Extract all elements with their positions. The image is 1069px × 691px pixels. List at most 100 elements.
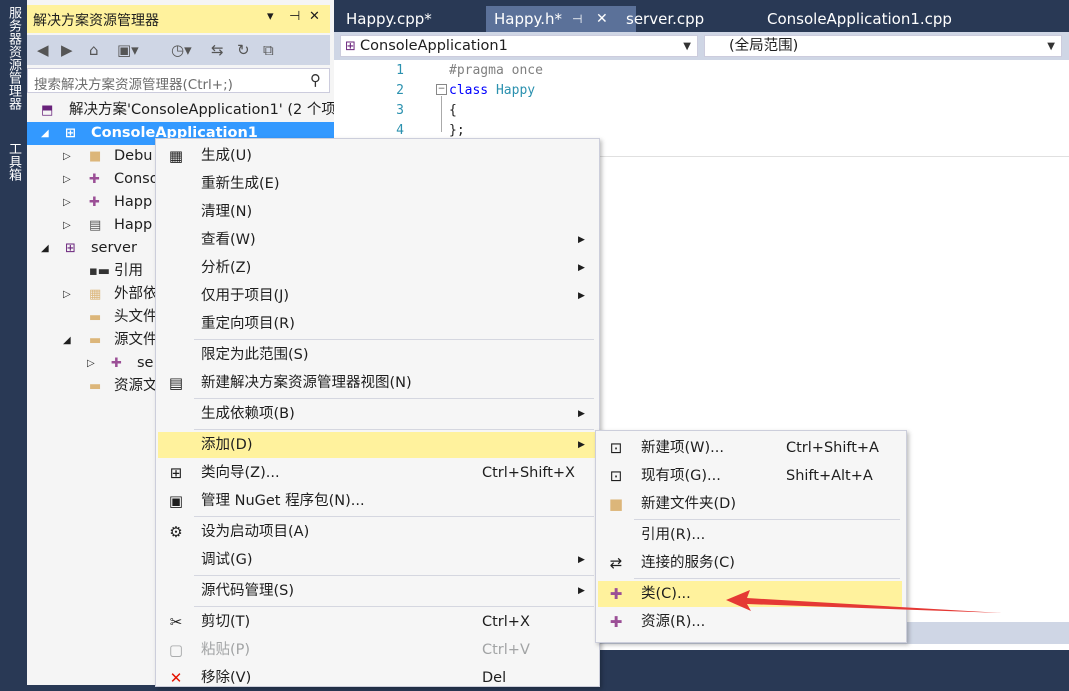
header-file-icon: ▤ bbox=[89, 218, 102, 233]
cut-icon: ✂ bbox=[169, 613, 183, 631]
collapsed-arrow-icon[interactable]: ▷ bbox=[63, 168, 71, 191]
menu-item-set-startup[interactable]: ⚙ 设为启动项目(A) bbox=[158, 519, 595, 545]
switch-views-icon[interactable]: ▣▾ bbox=[117, 41, 139, 59]
refresh-icon[interactable]: ↻ bbox=[237, 41, 250, 59]
collapsed-arrow-icon[interactable]: ▷ bbox=[87, 352, 95, 375]
toolbox-tab[interactable]: 工具箱 bbox=[2, 142, 24, 181]
menu-item-cut[interactable]: ✂ 剪切(T) Ctrl+X bbox=[158, 609, 595, 635]
chevron-down-icon[interactable]: ▼ bbox=[683, 36, 691, 57]
menu-item-new-explorer-view[interactable]: ▤ 新建解决方案资源管理器视图(N) bbox=[158, 370, 595, 396]
collapsed-arrow-icon[interactable]: ▷ bbox=[63, 283, 71, 306]
forward-icon[interactable]: ▶ bbox=[61, 41, 73, 59]
pending-changes-icon[interactable]: ◷▾ bbox=[171, 41, 192, 59]
solution-search-box[interactable]: 搜索解决方案资源管理器(Ctrl+;) ⚲ bbox=[27, 68, 330, 93]
references-icon: ▪▬ bbox=[89, 264, 111, 279]
connected-service-icon: ⇄ bbox=[609, 554, 623, 572]
project-context-menu: ▦ 生成(U) 重新生成(E) 清理(N) 查看(W) ▶ 分析(Z) ▶ 仅用… bbox=[155, 138, 600, 687]
project-scope-select[interactable]: ⊞ ConsoleApplication1 ▼ bbox=[340, 35, 698, 57]
menu-item-nuget[interactable]: ▣ 管理 NuGet 程序包(N)... bbox=[158, 488, 595, 514]
expanded-arrow-icon[interactable]: ◢ bbox=[63, 329, 71, 352]
menu-item-debug[interactable]: 调试(G) ▶ bbox=[158, 547, 595, 573]
server-explorer-tab[interactable]: 服务器资源管理器 bbox=[2, 6, 24, 110]
global-scope-select[interactable]: (全局范围) ▼ bbox=[704, 35, 1062, 57]
menu-item-remove[interactable]: ✕ 移除(V) Del bbox=[158, 665, 595, 691]
cpp-file-icon: ✚ bbox=[89, 195, 100, 210]
menu-separator bbox=[194, 398, 594, 399]
cpp-file-icon: ✚ bbox=[89, 172, 100, 187]
cpp-file-icon: ✚ bbox=[111, 356, 122, 371]
menu-item-scope-to-this[interactable]: 限定为此范围(S) bbox=[158, 342, 595, 368]
menu-item-new-item[interactable]: ⊡ 新建项(W)... Ctrl+Shift+A bbox=[598, 435, 902, 461]
tab-server-cpp[interactable]: server.cpp bbox=[618, 6, 712, 32]
pin-icon[interactable]: ⊣ bbox=[289, 9, 300, 24]
menu-separator bbox=[194, 429, 594, 430]
menu-item-project-only[interactable]: 仅用于项目(J) ▶ bbox=[158, 283, 595, 309]
project-icon: ⊞ bbox=[65, 241, 76, 256]
collapse-all-icon[interactable]: ⧉ bbox=[263, 41, 274, 59]
class-icon: ✚ bbox=[609, 585, 623, 603]
menu-item-build[interactable]: ▦ 生成(U) bbox=[158, 143, 595, 169]
menu-item-source-control[interactable]: 源代码管理(S) ▶ bbox=[158, 578, 595, 604]
tab-happy-h[interactable]: Happy.h* ⊣ ✕ bbox=[486, 6, 636, 32]
collapse-region-icon[interactable]: − bbox=[436, 84, 447, 95]
dropdown-icon[interactable]: ▾ bbox=[267, 9, 274, 24]
menu-item-reference[interactable]: 引用(R)... bbox=[598, 522, 902, 548]
collapsed-arrow-icon[interactable]: ▷ bbox=[63, 145, 71, 168]
submenu-arrow-icon: ▶ bbox=[578, 263, 585, 273]
close-icon[interactable]: ✕ bbox=[309, 9, 320, 24]
line-number: 3 bbox=[396, 103, 404, 118]
project-icon: ⊞ bbox=[345, 39, 361, 54]
menu-item-build-dependencies[interactable]: 生成依赖项(B) ▶ bbox=[158, 401, 595, 427]
folder-icon: ■ bbox=[89, 149, 102, 164]
tab-consoleapplication1-cpp[interactable]: ConsoleApplication1.cpp bbox=[759, 6, 960, 32]
class-wizard-icon: ⊞ bbox=[169, 464, 183, 482]
home-icon[interactable]: ⌂ bbox=[89, 41, 99, 59]
submenu-arrow-icon: ▶ bbox=[578, 409, 585, 419]
filter-folder-icon: ▬ bbox=[89, 333, 102, 348]
solution-explorer-title: 解决方案资源管理器 bbox=[33, 13, 159, 29]
submenu-arrow-icon: ▶ bbox=[578, 291, 585, 301]
menu-item-class-wizard[interactable]: ⊞ 类向导(Z)... Ctrl+Shift+X bbox=[158, 460, 595, 486]
existing-item-icon: ⊡ bbox=[609, 467, 623, 485]
menu-item-connected-service[interactable]: ⇄ 连接的服务(C) bbox=[598, 550, 902, 576]
collapsed-arrow-icon[interactable]: ▷ bbox=[63, 191, 71, 214]
menu-item-new-folder[interactable]: ■ 新建文件夹(D) bbox=[598, 491, 902, 517]
line-number: 1 bbox=[396, 63, 404, 78]
nuget-icon: ▣ bbox=[168, 492, 184, 510]
chevron-down-icon[interactable]: ▼ bbox=[1047, 36, 1055, 57]
code-line: }; bbox=[449, 123, 465, 138]
submenu-arrow-icon: ▶ bbox=[578, 440, 585, 450]
menu-item-paste[interactable]: ▢ 粘贴(P) Ctrl+V bbox=[158, 637, 595, 663]
solution-icon: ⬒ bbox=[41, 103, 54, 118]
back-icon[interactable]: ◀ bbox=[37, 41, 49, 59]
expanded-arrow-icon[interactable]: ◢ bbox=[41, 237, 49, 260]
menu-item-rebuild[interactable]: 重新生成(E) bbox=[158, 171, 595, 197]
project-icon: ⊞ bbox=[65, 126, 76, 141]
new-view-icon: ▤ bbox=[168, 374, 184, 392]
code-line: #pragma once bbox=[449, 63, 543, 78]
code-line: class Happy bbox=[449, 83, 536, 98]
paste-icon: ▢ bbox=[168, 641, 184, 659]
tab-label: Happy.h* bbox=[494, 10, 563, 28]
submenu-arrow-icon: ▶ bbox=[578, 555, 585, 565]
menu-item-analyze[interactable]: 分析(Z) ▶ bbox=[158, 255, 595, 281]
search-placeholder: 搜索解决方案资源管理器(Ctrl+;) bbox=[34, 77, 233, 93]
build-icon: ▦ bbox=[168, 147, 184, 165]
sync-icon[interactable]: ⇆ bbox=[211, 41, 224, 59]
new-folder-icon: ■ bbox=[608, 495, 624, 513]
menu-separator bbox=[194, 516, 594, 517]
menu-item-retarget[interactable]: 重定向项目(R) bbox=[158, 311, 595, 337]
tree-item-solution[interactable]: ⬒ 解决方案'ConsoleApplication1' (2 个项 bbox=[27, 99, 334, 122]
pin-icon[interactable]: ⊣ bbox=[572, 6, 582, 32]
menu-item-clean[interactable]: 清理(N) bbox=[158, 199, 595, 225]
search-icon[interactable]: ⚲ bbox=[310, 71, 321, 89]
line-number: 4 bbox=[396, 123, 404, 138]
menu-item-add[interactable]: 添加(D) ▶ bbox=[158, 432, 595, 458]
tab-happy-cpp[interactable]: Happy.cpp* bbox=[338, 6, 440, 32]
collapsed-arrow-icon[interactable]: ▷ bbox=[63, 214, 71, 237]
menu-item-existing-item[interactable]: ⊡ 现有项(G)... Shift+Alt+A bbox=[598, 463, 902, 489]
close-icon[interactable]: ✕ bbox=[596, 6, 608, 32]
expanded-arrow-icon[interactable]: ◢ bbox=[41, 122, 49, 145]
menu-item-view[interactable]: 查看(W) ▶ bbox=[158, 227, 595, 253]
menu-separator bbox=[194, 575, 594, 576]
